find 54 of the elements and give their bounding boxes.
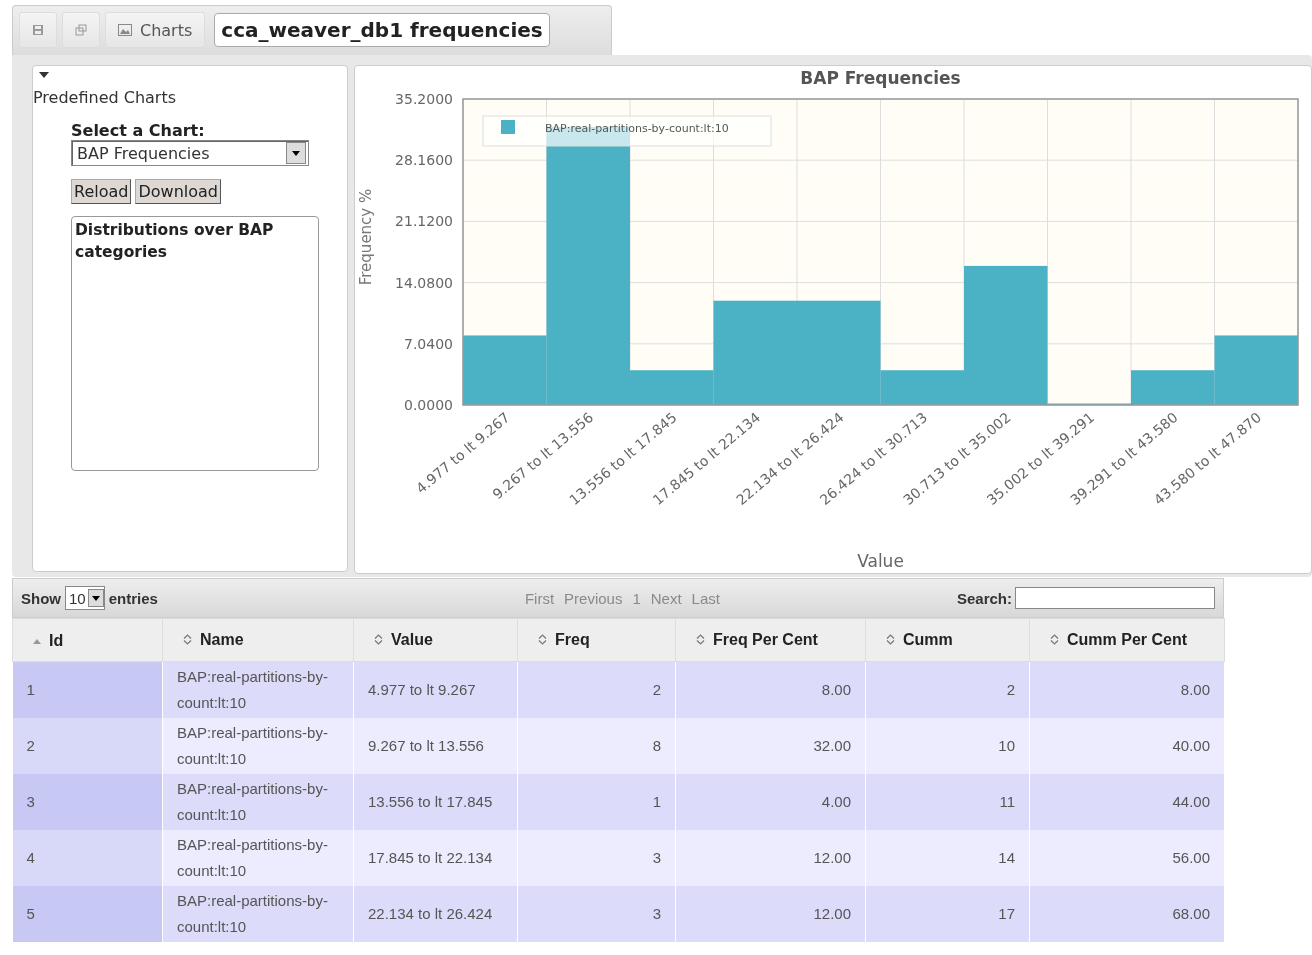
table-cell: BAP:real-partitions-by-count:lt:10 <box>162 661 354 718</box>
select-value: BAP Frequencies <box>77 143 210 163</box>
table-cell: 17 <box>865 885 1030 942</box>
table-cell: 56.00 <box>1029 829 1225 886</box>
table-cell: 22.134 to lt 26.424 <box>353 885 518 942</box>
entries-label: entries <box>108 589 158 607</box>
y-tick-label: 14.0800 <box>395 274 453 291</box>
table-cell: 4 <box>12 829 163 886</box>
table-cell: 14 <box>865 829 1030 886</box>
table-cell: 4.00 <box>675 773 866 830</box>
table-cell: 3 <box>517 885 676 942</box>
panel-heading: Predefined Charts <box>33 88 178 107</box>
table-cell: BAP:real-partitions-by-count:lt:10 <box>162 829 354 886</box>
table-cell: 2 <box>517 661 676 718</box>
y-tick-label: 35.2000 <box>395 91 453 107</box>
table-cell: 4.977 to lt 9.267 <box>353 661 518 718</box>
table-cell: 44.00 <box>1029 773 1225 830</box>
table-cell: 5 <box>12 885 163 942</box>
table-cell: 2 <box>12 717 163 774</box>
table-cell: 12.00 <box>675 885 866 942</box>
table-cell: 11 <box>865 773 1030 830</box>
table-cell: 12.00 <box>675 829 866 886</box>
chart-title: BAP Frequencies <box>800 68 961 88</box>
y-tick-label: 0.0000 <box>404 397 453 413</box>
description-box: Distributions over BAP categories <box>71 216 319 471</box>
select-label: Select a Chart: <box>71 121 206 140</box>
table-cell: 8 <box>517 717 676 774</box>
table-cell: 17.845 to lt 22.134 <box>353 829 518 886</box>
y-axis-label: Frequency % <box>357 188 375 286</box>
legend-label: BAP:real-partitions-by-count:lt:10 <box>545 122 729 135</box>
show-label: Show <box>21 589 61 607</box>
table-cell: BAP:real-partitions-by-count:lt:10 <box>162 773 354 830</box>
search-label: Search: <box>956 589 1012 607</box>
table-cell: 1 <box>517 773 676 830</box>
y-tick-label: 21.1200 <box>395 213 453 230</box>
table-cell: 8.00 <box>1029 661 1225 718</box>
table-cell: 8.00 <box>675 661 866 718</box>
y-tick-label: 28.1600 <box>395 152 453 169</box>
table-cell: 3 <box>517 829 676 886</box>
table-cell: 40.00 <box>1029 717 1225 774</box>
table-cell: 1 <box>12 661 163 718</box>
table-cell: BAP:real-partitions-by-count:lt:10 <box>162 885 354 942</box>
table-cell: 2 <box>865 661 1030 718</box>
table-cell: 13.556 to lt 17.845 <box>353 773 518 830</box>
table-cell: BAP:real-partitions-by-count:lt:10 <box>162 717 354 774</box>
x-axis-label: Value <box>857 551 904 571</box>
page-size-value: 10 <box>69 589 86 607</box>
table-cell: 9.267 to lt 13.556 <box>353 717 518 774</box>
table-cell: 10 <box>865 717 1030 774</box>
table-cell: 3 <box>12 773 163 830</box>
window-title: cca_weaver_db1 frequencies <box>214 13 550 47</box>
table-cell: 68.00 <box>1029 885 1225 942</box>
y-tick-label: 7.0400 <box>404 335 453 352</box>
table-cell: 32.00 <box>675 717 866 774</box>
